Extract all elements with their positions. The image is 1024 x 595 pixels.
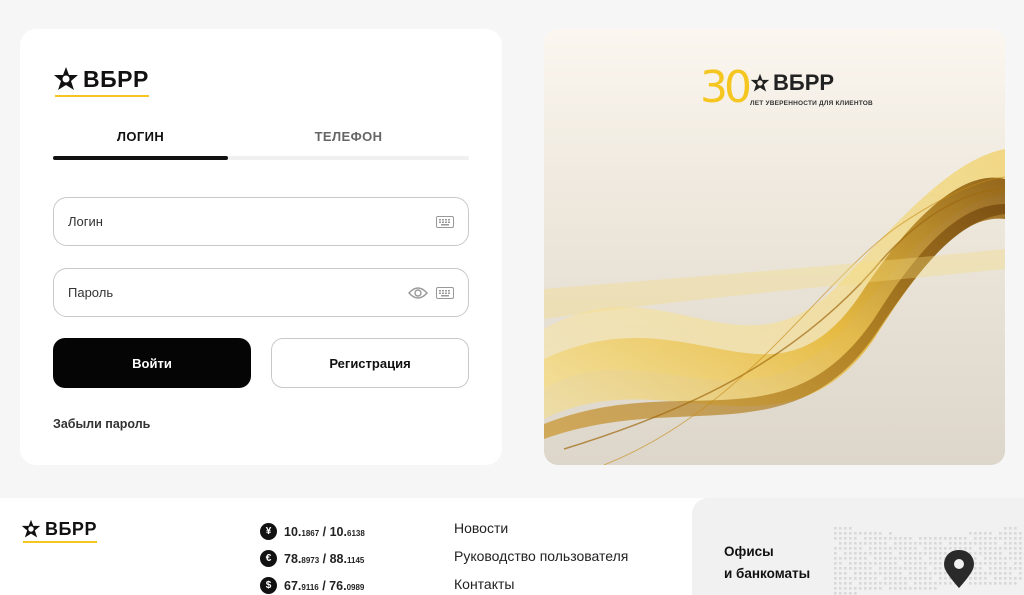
euro-icon: €	[260, 550, 277, 567]
banner-brand-name: ВБРР	[773, 70, 835, 95]
rate-buy-int: 10.	[284, 524, 302, 539]
brand-star-icon	[21, 519, 41, 538]
brand-star-icon	[750, 73, 770, 92]
login-field[interactable]	[53, 197, 469, 246]
news-link[interactable]: Новости	[454, 520, 628, 548]
banner-tagline: ЛЕТ УВЕРЕННОСТИ ДЛЯ КЛИЕНТОВ	[750, 100, 873, 107]
offices-label-line1: Офисы	[724, 544, 774, 559]
rate-sell-int: 10.	[329, 524, 347, 539]
rate-separator: /	[319, 524, 330, 539]
anniversary-number: 30	[700, 62, 752, 113]
yuan-icon: ¥	[260, 523, 277, 540]
rate-sell-int: 88.	[329, 551, 347, 566]
offices-atms-card[interactable]: Офисы и банкоматы	[692, 498, 1024, 595]
login-input[interactable]	[68, 214, 436, 229]
password-input[interactable]	[68, 285, 408, 300]
rate-row-usd: $ 67.9116 / 76.0989	[260, 572, 365, 595]
rate-buy-int: 78.	[284, 551, 302, 566]
rate-sell-int: 76.	[329, 578, 347, 593]
offices-label-line2: и банкоматы	[724, 566, 811, 581]
auth-tabs: ЛОГИН ТЕЛЕФОН	[53, 129, 469, 163]
footer-brand-logo[interactable]: ВБРР	[21, 519, 97, 543]
tab-phone[interactable]: ТЕЛЕФОН	[261, 129, 436, 157]
dollar-icon: $	[260, 577, 277, 594]
rate-buy-frac: 8973	[301, 555, 320, 565]
footer: ВБРР ¥ 10.1867 / 10.6138 € 78.8973 / 88.…	[0, 498, 1024, 595]
eye-icon[interactable]	[408, 286, 428, 300]
rate-buy-frac: 1867	[301, 528, 320, 538]
exchange-rates: ¥ 10.1867 / 10.6138 € 78.8973 / 88.1145 …	[260, 518, 365, 595]
rate-row-cny: ¥ 10.1867 / 10.6138	[260, 518, 365, 545]
rate-sell-frac: 0989	[346, 582, 365, 592]
brand-logo[interactable]: ВБРР	[53, 65, 149, 97]
rate-sell-frac: 1145	[347, 555, 365, 565]
footer-links: Новости Руководство пользователя Контакт…	[454, 520, 628, 595]
contacts-link[interactable]: Контакты	[454, 576, 628, 595]
forgot-password-link[interactable]: Забыли пароль	[53, 417, 150, 431]
rate-buy-frac: 9116	[301, 582, 319, 592]
rate-sell-frac: 6138	[347, 528, 365, 538]
rate-separator: /	[318, 578, 330, 593]
dotted-map-icon	[834, 527, 1022, 595]
brand-name: ВБРР	[55, 65, 149, 97]
password-field[interactable]	[53, 268, 469, 317]
tab-active-indicator	[53, 156, 228, 160]
promo-banner: 30 ВБРР ЛЕТ УВЕРЕННОСТИ ДЛЯ КЛИЕНТОВ	[544, 29, 1005, 465]
rate-separator: /	[319, 551, 330, 566]
login-button[interactable]: Войти	[53, 338, 251, 388]
login-card: ВБРР ЛОГИН ТЕЛЕФОН Логин Войти Регистрац…	[20, 29, 502, 465]
brand-star-icon	[54, 67, 78, 90]
tab-login[interactable]: ЛОГИН	[53, 129, 228, 157]
offices-label: Офисы и банкоматы	[724, 541, 810, 585]
keyboard-icon[interactable]	[436, 286, 454, 299]
user-guide-link[interactable]: Руководство пользователя	[454, 548, 628, 576]
anniversary-logo: 30 ВБРР ЛЕТ УВЕРЕННОСТИ ДЛЯ КЛИЕНТОВ	[700, 66, 873, 110]
keyboard-icon[interactable]	[436, 215, 454, 228]
register-button[interactable]: Регистрация	[271, 338, 469, 388]
footer-brand-name: ВБРР	[23, 519, 97, 543]
rate-buy-int: 67.	[284, 578, 302, 593]
rate-row-eur: € 78.8973 / 88.1145	[260, 545, 365, 572]
